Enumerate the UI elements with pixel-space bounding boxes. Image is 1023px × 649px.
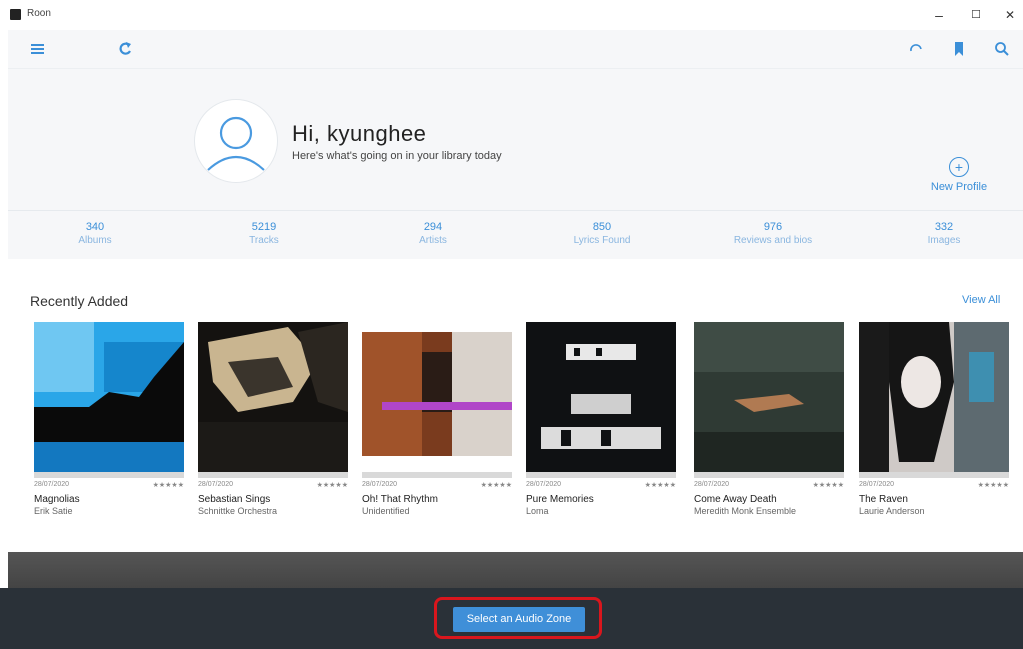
album-artist: Schnittke Orchestra [198, 506, 278, 516]
album-date: 28/07/2020 [694, 481, 730, 488]
album-cover [694, 322, 844, 472]
album-title: Oh! That Rhythm [362, 494, 438, 505]
album-strip [859, 472, 1009, 478]
window-title: Roon [27, 8, 51, 19]
album-card[interactable]: 28/07/2020 ★★★★★ The Raven Laurie Anders… [859, 322, 1009, 516]
search-icon[interactable] [991, 38, 1013, 60]
now-playing-background [8, 552, 1023, 588]
stat-tracks[interactable]: 5219 Tracks [204, 221, 324, 246]
bookmark-icon[interactable] [948, 38, 970, 60]
stat-images[interactable]: 332 Images [884, 221, 1004, 246]
album-cover [34, 322, 184, 472]
spinner-icon [905, 38, 927, 60]
stat-reviews[interactable]: 976 Reviews and bios [713, 221, 833, 246]
add-circle-icon: + [949, 157, 969, 177]
top-toolbar [8, 30, 1023, 68]
stat-value: 850 [592, 221, 612, 233]
album-rating: ★★★★★ [977, 482, 1009, 489]
album-meta: 28/07/2020 ★★★★★ [198, 481, 348, 489]
album-cover [859, 322, 1009, 472]
new-profile-button[interactable]: + New Profile [922, 157, 996, 193]
new-profile-label: New Profile [930, 181, 988, 193]
album-title: Sebastian Sings [198, 494, 271, 505]
stat-lyrics[interactable]: 850 Lyrics Found [542, 221, 662, 246]
avatar[interactable] [194, 99, 278, 183]
roon-app-icon [10, 9, 21, 20]
album-artist: Loma [526, 506, 549, 516]
album-card[interactable]: 28/07/2020 ★★★★★ Sebastian Sings Schnitt… [198, 322, 348, 516]
library-stats: 340 Albums 5219 Tracks 294 Artists 850 L… [8, 210, 1023, 259]
stat-label: Artists [419, 235, 447, 246]
album-strip [34, 472, 184, 478]
album-artist: Meredith Monk Ensemble [694, 506, 797, 516]
album-strip [198, 472, 348, 478]
album-rating: ★★★★★ [316, 482, 348, 489]
stat-value: 294 [423, 221, 443, 233]
album-artist: Unidentified [362, 506, 410, 516]
album-rating: ★★★★★ [480, 482, 512, 489]
album-strip [362, 472, 512, 478]
album-meta: 28/07/2020 ★★★★★ [859, 481, 1009, 489]
album-meta: 28/07/2020 ★★★★★ [526, 481, 676, 489]
stat-label: Lyrics Found [573, 235, 631, 246]
album-cover [526, 322, 676, 472]
album-title: Pure Memories [526, 494, 594, 505]
album-date: 28/07/2020 [859, 481, 895, 488]
refresh-icon[interactable] [115, 38, 137, 60]
album-rating: ★★★★★ [152, 482, 184, 489]
album-card[interactable]: 28/07/2020 ★★★★★ Oh! That Rhythm Unident… [362, 322, 512, 516]
album-cover [198, 322, 348, 472]
maximize-button[interactable]: ☐ [962, 4, 990, 26]
user-icon [207, 116, 265, 171]
album-strip [526, 472, 676, 478]
recently-added-heading: Recently Added [30, 293, 129, 309]
album-rating: ★★★★★ [812, 482, 844, 489]
stat-value: 332 [934, 221, 954, 233]
album-date: 28/07/2020 [362, 481, 398, 488]
cover-spacer [362, 322, 512, 332]
greeting-subtitle: Here's what's going on in your library t… [292, 150, 502, 162]
greeting-text: Hi, kyunghee [292, 121, 427, 146]
album-meta: 28/07/2020 ★★★★★ [34, 481, 184, 489]
album-card[interactable]: 28/07/2020 ★★★★★ Pure Memories Loma [526, 322, 676, 516]
album-rating: ★★★★★ [644, 482, 676, 489]
album-date: 28/07/2020 [34, 481, 70, 488]
title-bar: Roon – ☐ ✕ [0, 0, 1023, 30]
album-strip [694, 472, 844, 478]
album-card[interactable]: 28/07/2020 ★★★★★ Come Away Death Meredit… [694, 322, 844, 516]
album-artist: Erik Satie [34, 506, 73, 516]
album-card[interactable]: 28/07/2020 ★★★★★ Magnolias Erik Satie [34, 322, 184, 516]
stat-label: Images [927, 235, 961, 246]
menu-icon[interactable] [28, 38, 50, 60]
stat-value: 976 [763, 221, 783, 233]
select-audio-zone-button[interactable]: Select an Audio Zone [453, 607, 585, 632]
view-all-link[interactable]: View All [962, 294, 1000, 306]
stat-label: Tracks [249, 235, 279, 246]
album-artist: Laurie Anderson [859, 506, 925, 516]
minimize-button[interactable]: – [925, 4, 953, 26]
stat-label: Reviews and bios [733, 235, 813, 246]
album-title: Come Away Death [694, 494, 777, 505]
album-title: The Raven [859, 494, 908, 505]
album-date: 28/07/2020 [198, 481, 234, 488]
stat-value: 340 [85, 221, 105, 233]
close-button[interactable]: ✕ [996, 4, 1023, 26]
album-date: 28/07/2020 [526, 481, 562, 488]
profile-header: Hi, kyunghee Here's what's going on in y… [8, 68, 1023, 211]
stat-artists[interactable]: 294 Artists [373, 221, 493, 246]
album-meta: 28/07/2020 ★★★★★ [362, 481, 512, 489]
album-cover [362, 332, 512, 456]
stat-albums[interactable]: 340 Albums [35, 221, 155, 246]
album-title: Magnolias [34, 494, 80, 505]
album-meta: 28/07/2020 ★★★★★ [694, 481, 844, 489]
stat-value: 5219 [251, 221, 277, 233]
stat-label: Albums [78, 235, 112, 246]
